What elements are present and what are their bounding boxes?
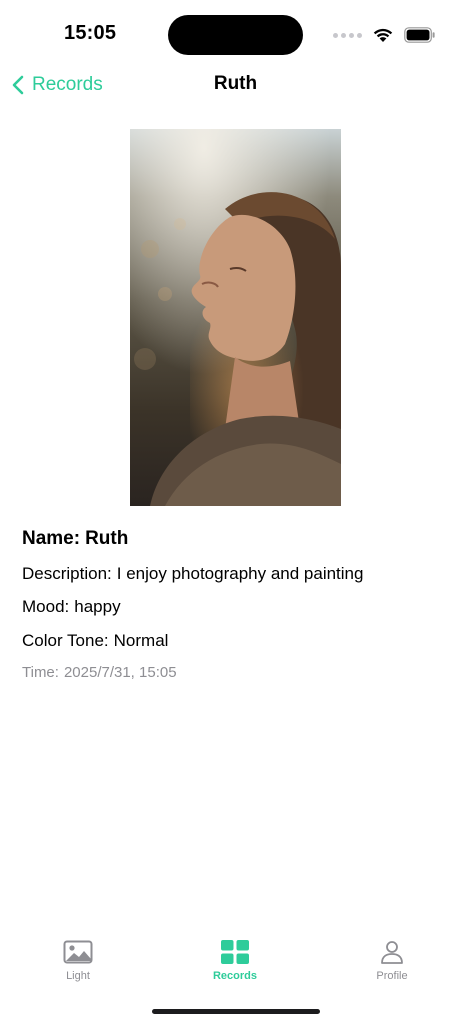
- mood-label: Mood:: [22, 597, 70, 616]
- mood-value: happy: [74, 597, 121, 616]
- status-icons: [333, 24, 436, 46]
- person-icon: [381, 941, 403, 964]
- record-time: Time: 2025/7/31, 15:05: [22, 664, 177, 681]
- record-photo: [130, 129, 341, 506]
- tab-records-label: Records: [212, 970, 258, 982]
- photo-icon: [63, 940, 93, 964]
- home-indicator: [152, 1009, 320, 1014]
- description-value: I enjoy photography and painting: [116, 564, 364, 583]
- battery-icon: [404, 27, 435, 43]
- time-label: Time:: [22, 664, 59, 681]
- record-description: Description: I enjoy photography and pai…: [22, 564, 363, 584]
- status-time: 15:05: [64, 22, 117, 44]
- page-title: Ruth: [213, 73, 258, 94]
- tab-light[interactable]: Light: [28, 940, 128, 982]
- tab-light-label: Light: [66, 970, 90, 982]
- wifi-icon: [373, 28, 393, 42]
- portrait-illustration: [130, 129, 341, 506]
- record-mood: Mood: happy: [22, 597, 121, 617]
- description-label: Description:: [22, 564, 112, 583]
- tab-profile-label: Profile: [376, 970, 408, 982]
- name-value: Ruth: [85, 528, 129, 549]
- tab-profile[interactable]: Profile: [342, 940, 442, 982]
- tab-bar: Light Records Profile: [0, 940, 471, 990]
- dynamic-island: [168, 15, 303, 55]
- name-label: Name:: [22, 528, 81, 549]
- cellular-signal-icon: [333, 32, 362, 38]
- grid-icon: [221, 940, 249, 964]
- record-name: Name: Ruth: [22, 528, 128, 550]
- tab-records[interactable]: Records: [185, 940, 285, 982]
- tone-value: Normal: [113, 631, 169, 650]
- tone-label: Color Tone:: [22, 631, 109, 650]
- record-color-tone: Color Tone: Normal: [22, 631, 168, 651]
- time-value: 2025/7/31, 15:05: [63, 664, 177, 681]
